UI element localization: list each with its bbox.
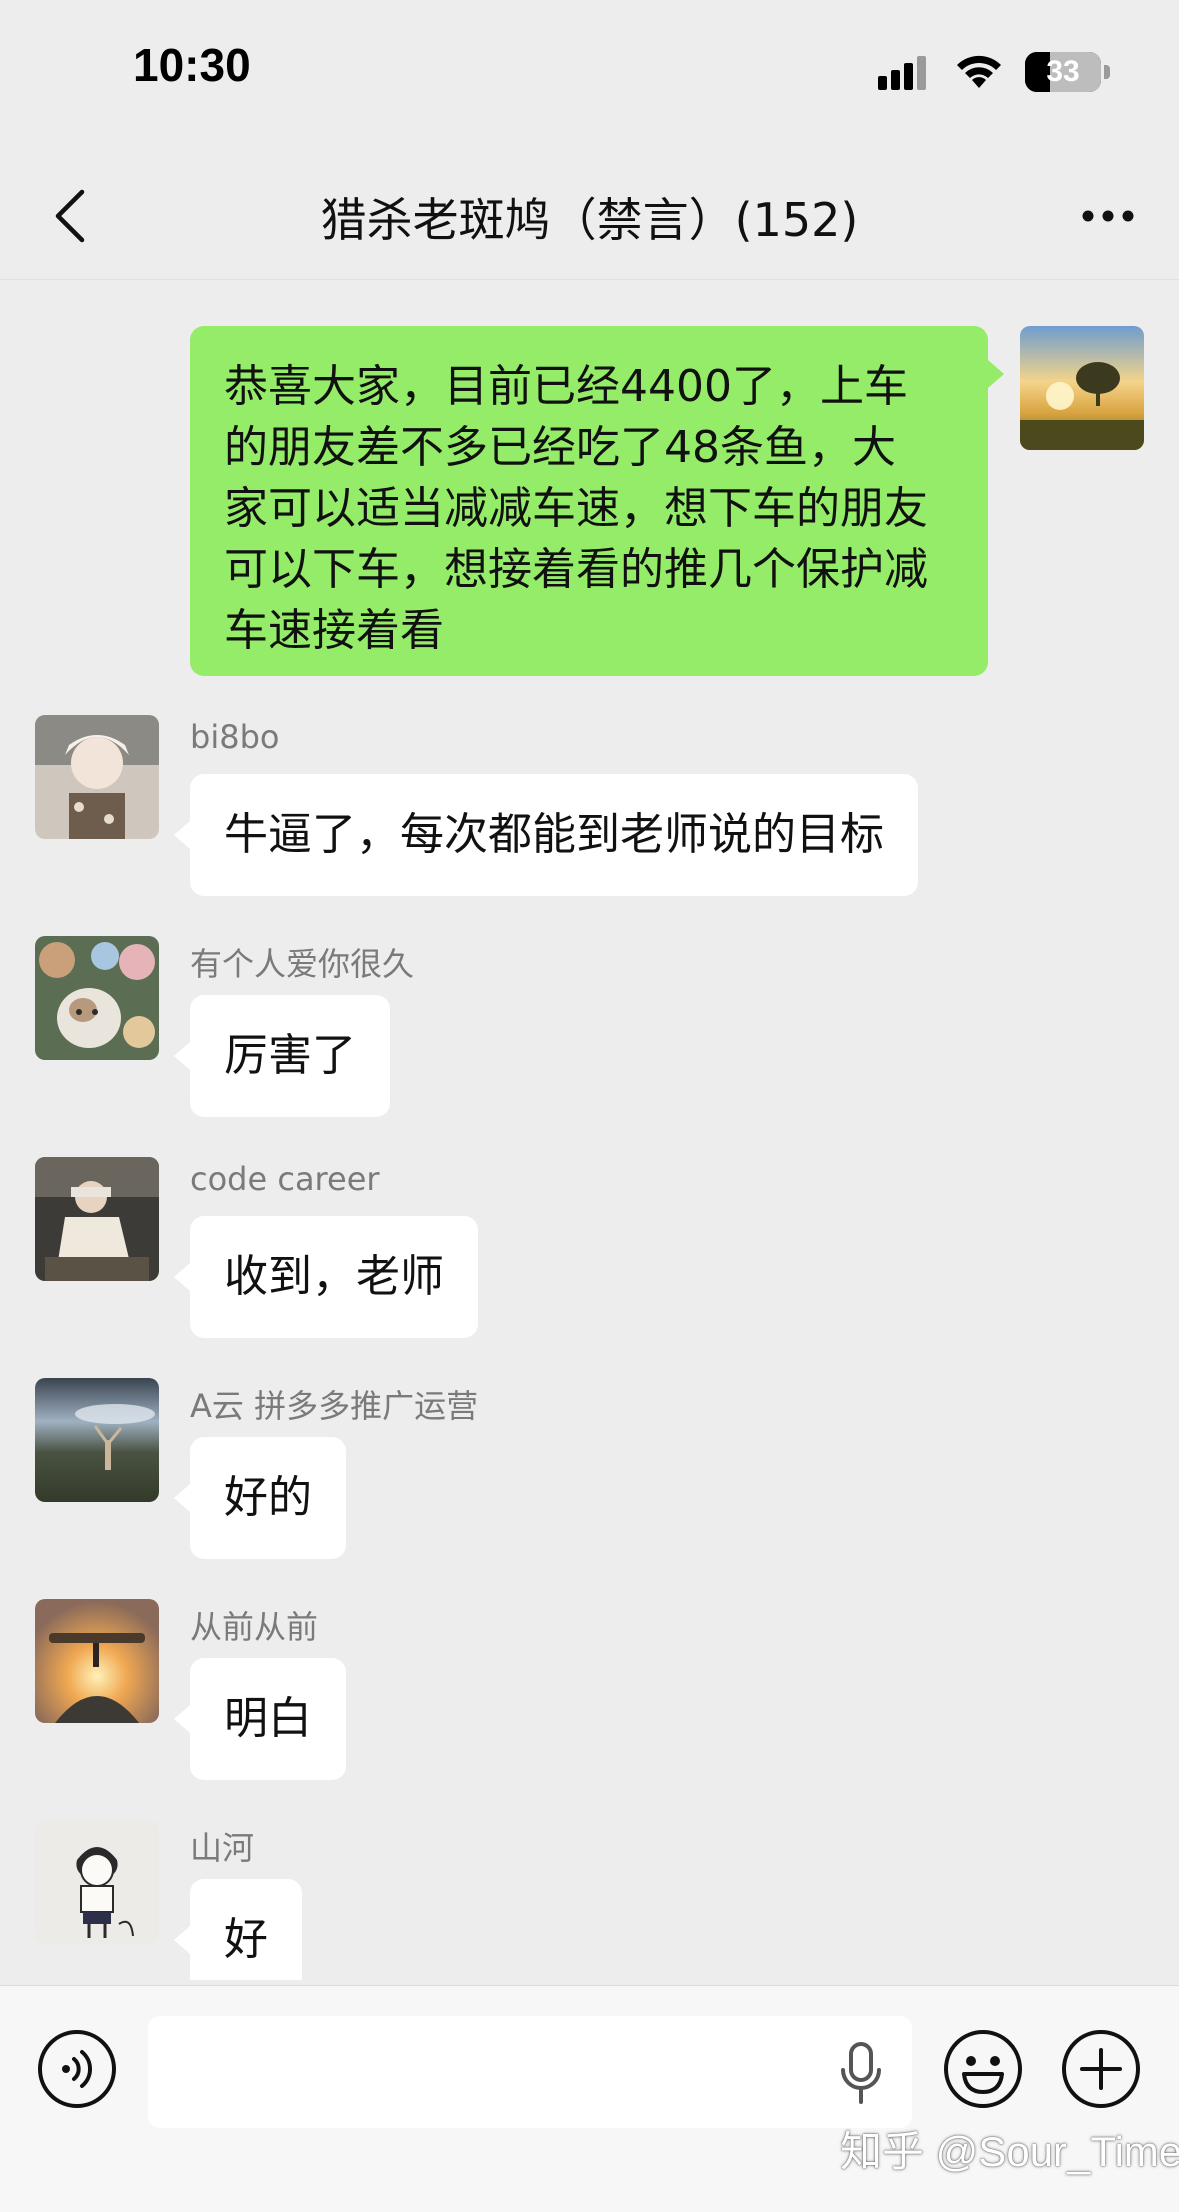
signal-icon: [878, 56, 926, 90]
message-bubble[interactable]: 明白: [190, 1658, 346, 1780]
sender-avatar[interactable]: [35, 1378, 159, 1502]
sender-avatar[interactable]: [35, 1157, 159, 1281]
plus-circle-icon[interactable]: [1060, 2028, 1142, 2110]
voice-icon[interactable]: [36, 2028, 118, 2110]
message-line: 可以下车，想接着看的推几个保护减: [224, 544, 928, 595]
wifi-icon: [957, 55, 1001, 88]
emoji-icon[interactable]: [942, 2028, 1024, 2110]
sender-name: 有个人爱你很久: [190, 945, 415, 983]
battery-icon: 33: [1025, 52, 1110, 92]
message-text: 厉害了: [224, 1030, 356, 1081]
chat-title: 猎杀老斑鸠（禁言）(152): [320, 193, 859, 247]
message-bubble[interactable]: 好: [190, 1879, 302, 1980]
status-time: 10:30: [133, 39, 251, 91]
message-text: 牛逼了，每次都能到老师说的目标: [224, 809, 884, 860]
message-input[interactable]: [148, 2016, 912, 2128]
message-text: 收到，老师: [224, 1251, 444, 1302]
sender-avatar[interactable]: [35, 715, 159, 839]
sender-name: 从前从前: [190, 1608, 319, 1646]
watermark: 知乎 @Sour_Time05: [840, 2128, 1179, 2175]
status-bar: 10:30 33: [0, 0, 1179, 130]
microphone-icon[interactable]: [838, 2040, 884, 2106]
message-line: 家可以适当减减车速，想下车的朋友: [224, 483, 928, 534]
message-line: 恭喜大家，目前已经4400了，上车: [224, 361, 908, 412]
message-bubble[interactable]: 收到，老师: [190, 1216, 478, 1338]
self-avatar[interactable]: [1020, 326, 1144, 450]
more-dots-icon[interactable]: [1078, 206, 1138, 226]
chevron-left-icon[interactable]: [50, 186, 100, 246]
message-line: 的朋友差不多已经吃了48条鱼，大: [224, 422, 896, 473]
battery-level-text: 33: [1046, 55, 1080, 88]
message-text: 明白: [224, 1693, 312, 1744]
message-text: 好的: [224, 1472, 312, 1523]
sender-name: bi8bo: [190, 718, 280, 756]
sender-name: A云 拼多多推广运营: [190, 1387, 479, 1425]
sender-name: code career: [190, 1160, 380, 1198]
message-bubble[interactable]: 好的: [190, 1437, 346, 1559]
message-line: 车速接着看: [224, 605, 444, 656]
message-text: 好: [224, 1914, 268, 1965]
sender-avatar[interactable]: [35, 1820, 159, 1944]
message-bubble[interactable]: 牛逼了，每次都能到老师说的目标: [190, 774, 918, 896]
sender-avatar[interactable]: [35, 1599, 159, 1723]
chat-header: 猎杀老斑鸠（禁言）(152): [0, 150, 1179, 280]
sender-avatar[interactable]: [35, 936, 159, 1060]
sender-name: 山河: [190, 1829, 255, 1867]
message-bubble[interactable]: 厉害了: [190, 995, 390, 1117]
chat-message-list[interactable]: 恭喜大家，目前已经4400了，上车 的朋友差不多已经吃了48条鱼，大 家可以适当…: [0, 300, 1179, 1980]
message-bubble[interactable]: 恭喜大家，目前已经4400了，上车 的朋友差不多已经吃了48条鱼，大 家可以适当…: [190, 326, 988, 676]
